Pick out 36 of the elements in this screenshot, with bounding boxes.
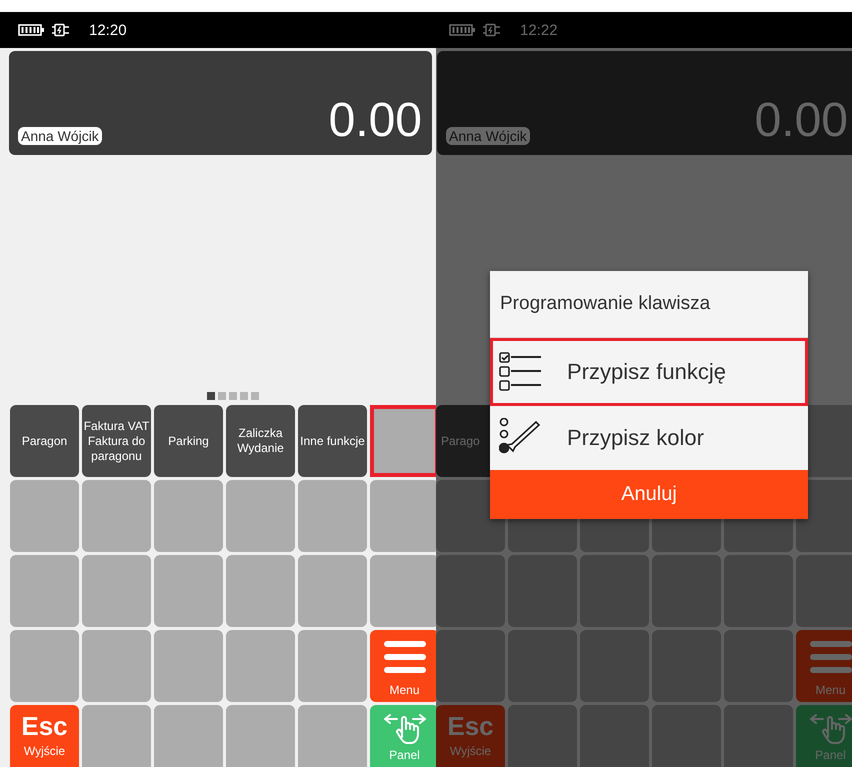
charging-plug-icon	[51, 23, 71, 37]
menu-button[interactable]: Menu	[370, 630, 436, 702]
total-amount: 0.00	[754, 97, 848, 145]
exit-label: Wyjście	[24, 744, 66, 759]
swipe-hand-icon	[382, 711, 426, 745]
panel-button[interactable]: Panel	[370, 705, 436, 767]
exit-label: Wyjście	[450, 744, 492, 759]
charging-plug-icon	[482, 23, 502, 37]
function-key[interactable]: Inne funkcje	[298, 405, 367, 477]
function-key[interactable]: Zaliczka Wydanie	[226, 405, 295, 477]
swipe-hand-icon	[808, 711, 852, 745]
esc-label: Esc	[21, 711, 68, 741]
clock-time: 12:22	[520, 22, 558, 38]
battery-icon	[449, 24, 476, 36]
dialog-option[interactable]: Przypisz funkcję	[490, 338, 808, 406]
function-key[interactable]: Paragon	[10, 405, 79, 477]
menu-label: Menu	[389, 682, 420, 698]
cancel-button[interactable]: Anuluj	[490, 470, 808, 519]
menu-icon	[810, 640, 852, 672]
battery-icon	[18, 24, 45, 36]
cashier-name-badge: Anna Wójcik	[18, 127, 102, 145]
exit-button[interactable]: Esc Wyjście	[10, 705, 79, 767]
total-amount: 0.00	[328, 97, 422, 145]
menu-button[interactable]: Menu	[796, 630, 852, 702]
panel-label: Panel	[389, 748, 420, 763]
checklist-icon	[499, 352, 543, 392]
cashier-name-badge: Anna Wójcik	[446, 127, 530, 145]
menu-label: Menu	[815, 682, 846, 698]
menu-icon	[384, 640, 426, 672]
panel-label: Panel	[815, 748, 846, 763]
dialog-option[interactable]: Przypisz kolor	[490, 406, 808, 470]
exit-button[interactable]: Esc Wyjście	[436, 705, 505, 767]
clock-time: 12:20	[89, 22, 127, 38]
esc-label: Esc	[447, 711, 494, 741]
function-key[interactable]: Faktura VAT Faktura do paragonu	[82, 405, 151, 477]
function-key[interactable]: Parking	[154, 405, 223, 477]
